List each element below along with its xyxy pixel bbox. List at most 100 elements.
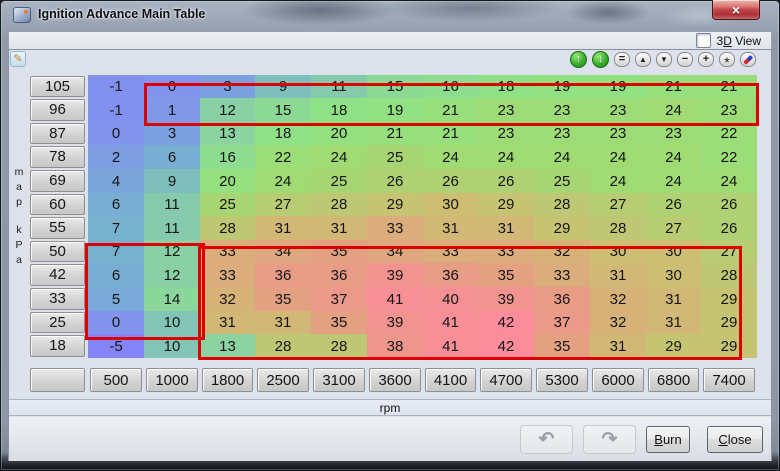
title-bar[interactable]: Ignition Advance Main Table × (0, 0, 780, 30)
table-cell[interactable]: 41 (367, 287, 423, 311)
table-cell[interactable]: 2 (88, 145, 144, 169)
table-cell[interactable]: 32 (200, 287, 255, 311)
table-cell[interactable]: 37 (311, 287, 367, 311)
table-cell[interactable]: 30 (646, 263, 701, 287)
table-cell[interactable]: 10 (144, 334, 200, 358)
table-cell[interactable]: 30 (646, 240, 701, 263)
table-cell[interactable]: 1 (144, 98, 200, 122)
table-cell[interactable]: 9 (144, 169, 200, 193)
table-cell[interactable]: 39 (367, 263, 423, 287)
table-cell[interactable]: 16 (423, 75, 478, 98)
table-cell[interactable]: 31 (311, 216, 367, 240)
table-cell[interactable]: -1 (88, 98, 144, 122)
table-cell[interactable]: 32 (590, 311, 646, 334)
minus-button[interactable]: − (677, 52, 693, 67)
table-cell[interactable]: 42 (478, 311, 534, 334)
table-cell[interactable]: 21 (423, 98, 478, 122)
table-cell[interactable]: 29 (701, 334, 757, 358)
map-row-header[interactable]: 50 (30, 241, 85, 262)
table-cell[interactable]: 18 (255, 122, 311, 145)
table-cell[interactable]: 36 (255, 263, 311, 287)
table-cell[interactable]: 26 (701, 193, 757, 216)
table-cell[interactable]: 3 (144, 122, 200, 145)
table-cell[interactable]: 34 (367, 240, 423, 263)
table-cell[interactable]: 23 (534, 98, 590, 122)
table-cell[interactable]: 24 (478, 145, 534, 169)
table-cell[interactable]: 28 (534, 193, 590, 216)
rpm-column-header[interactable]: 4100 (425, 368, 476, 392)
table-cell[interactable]: 27 (255, 193, 311, 216)
table-cell[interactable]: 27 (590, 193, 646, 216)
table-cell[interactable]: 35 (311, 311, 367, 334)
table-cell[interactable]: 15 (367, 75, 423, 98)
rpm-column-header[interactable]: 2500 (257, 368, 309, 392)
table-cell[interactable]: 24 (701, 169, 757, 193)
table-cell[interactable]: 28 (200, 216, 255, 240)
table-cell[interactable]: 42 (478, 334, 534, 358)
table-cell[interactable]: 25 (534, 169, 590, 193)
table-cell[interactable]: 35 (534, 334, 590, 358)
table-cell[interactable]: 29 (646, 334, 701, 358)
table-cell[interactable]: 11 (144, 216, 200, 240)
table-cell[interactable]: 24 (311, 145, 367, 169)
table-cell[interactable]: 28 (311, 334, 367, 358)
table-cell[interactable]: 23 (590, 122, 646, 145)
edit-pencil-icon[interactable]: ✎ (10, 51, 26, 67)
rpm-column-header[interactable]: 1000 (146, 368, 198, 392)
table-cell[interactable]: 29 (701, 311, 757, 334)
table-cell[interactable]: 29 (534, 216, 590, 240)
table-cell[interactable]: 36 (534, 287, 590, 311)
rpm-column-header[interactable]: 5300 (536, 368, 588, 392)
table-cell[interactable]: 24 (590, 169, 646, 193)
table-cell[interactable]: 24 (590, 145, 646, 169)
table-cell[interactable]: 36 (423, 263, 478, 287)
map-row-header[interactable]: 18 (30, 335, 85, 357)
table-cell[interactable]: 23 (478, 98, 534, 122)
table-cell[interactable]: 37 (534, 311, 590, 334)
table-cell[interactable]: 33 (534, 263, 590, 287)
table-cell[interactable]: 24 (646, 145, 701, 169)
table-cell[interactable]: 16 (200, 145, 255, 169)
table-cell[interactable]: 18 (478, 75, 534, 98)
table-cell[interactable]: -1 (88, 75, 144, 98)
table-cell[interactable]: 25 (200, 193, 255, 216)
table-cell[interactable]: 40 (423, 287, 478, 311)
rpm-column-header[interactable]: 500 (90, 368, 142, 392)
plus-button[interactable]: + (698, 52, 714, 67)
table-cell[interactable]: 23 (534, 122, 590, 145)
table-cell[interactable]: 11 (311, 75, 367, 98)
table-cell[interactable]: 3 (200, 75, 255, 98)
scale-up-button[interactable]: ↑ (570, 51, 587, 68)
set-equal-button[interactable]: = (614, 52, 630, 67)
rpm-column-header[interactable]: 6800 (648, 368, 699, 392)
table-cell[interactable]: 21 (646, 75, 701, 98)
table-cell[interactable]: 29 (367, 193, 423, 216)
table-cell[interactable]: 4 (88, 169, 144, 193)
table-cell[interactable]: 6 (144, 145, 200, 169)
rpm-column-header[interactable]: 1800 (202, 368, 253, 392)
app-icon[interactable] (13, 7, 31, 23)
table-cell[interactable]: 31 (255, 216, 311, 240)
map-row-header[interactable]: 78 (30, 146, 85, 168)
map-row-header[interactable]: 96 (30, 99, 85, 121)
table-cell[interactable]: 31 (590, 334, 646, 358)
increase-button[interactable]: ▲ (635, 52, 651, 67)
map-row-header[interactable]: 60 (30, 194, 85, 215)
table-cell[interactable]: 34 (255, 240, 311, 263)
table-cell[interactable]: 19 (534, 75, 590, 98)
table-cell[interactable]: 21 (701, 75, 757, 98)
table-cell[interactable]: -5 (88, 334, 144, 358)
table-cell[interactable]: 6 (88, 263, 144, 287)
table-cell[interactable]: 27 (701, 240, 757, 263)
undo-button[interactable]: ↶ (520, 425, 573, 454)
table-cell[interactable]: 20 (200, 169, 255, 193)
table-cell[interactable]: 28 (590, 216, 646, 240)
table-cell[interactable]: 36 (311, 263, 367, 287)
map-row-header[interactable]: 55 (30, 217, 85, 239)
table-cell[interactable]: 13 (200, 122, 255, 145)
rpm-column-header[interactable]: 6000 (592, 368, 644, 392)
table-cell[interactable]: 20 (311, 122, 367, 145)
table-cell[interactable]: 23 (646, 122, 701, 145)
table-cell[interactable]: 31 (646, 287, 701, 311)
table-cell[interactable]: 31 (590, 263, 646, 287)
